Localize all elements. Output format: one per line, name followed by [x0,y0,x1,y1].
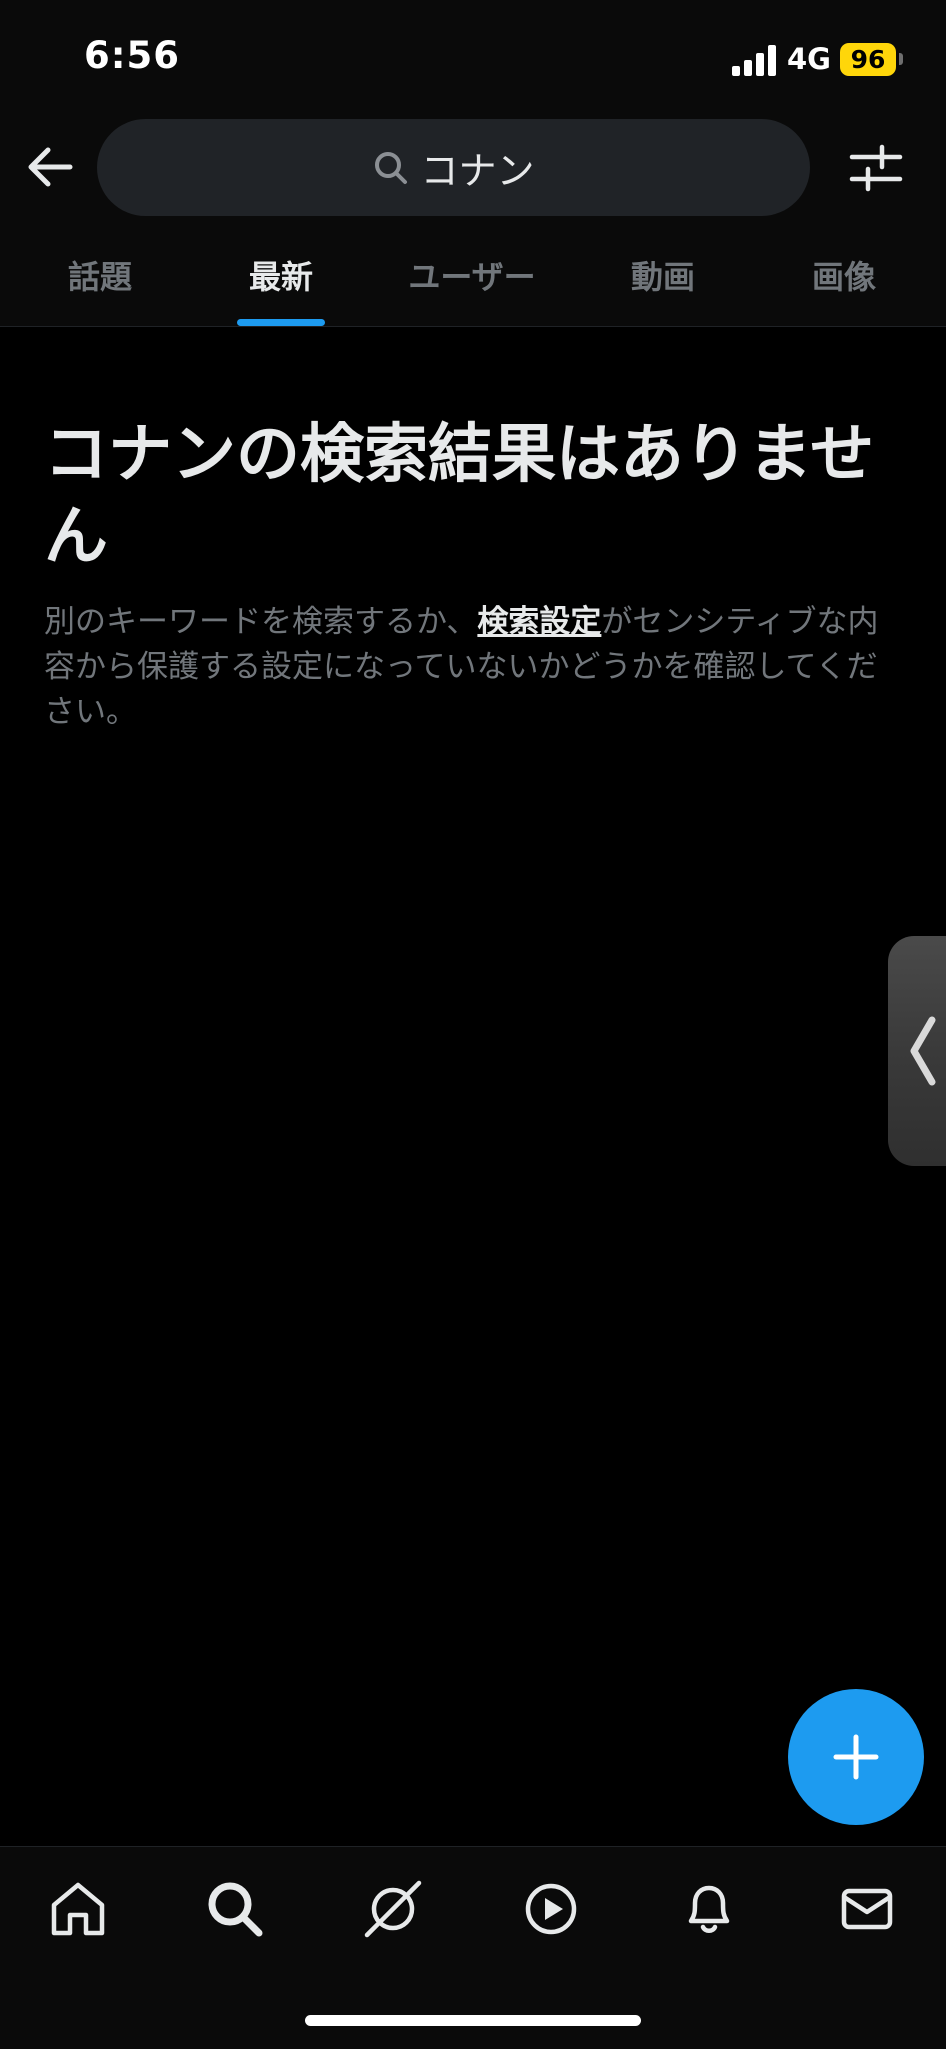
search-settings-link[interactable]: 検索設定 [477,604,601,640]
empty-state-description: 別のキーワードを検索するか、検索設定がセンシティブな内容から保護する設定になって… [44,600,904,735]
nav-notifications[interactable] [677,1877,741,1941]
back-button[interactable] [20,137,80,197]
tab-users[interactable]: ユーザー [387,252,557,312]
tab-videos[interactable]: 動画 [603,252,723,312]
search-icon [208,1882,263,1937]
tabs-divider [0,326,946,327]
side-panel-handle[interactable] [888,936,946,1166]
tab-images[interactable]: 画像 [784,252,904,312]
active-tab-indicator [237,319,325,326]
search-input[interactable]: コナン [97,119,810,216]
nav-home[interactable] [46,1877,110,1941]
nav-messages[interactable] [835,1877,899,1941]
arrow-left-icon [28,147,73,187]
compose-button[interactable] [788,1689,924,1825]
status-bar: 6:56 4G 96 [0,0,946,118]
video-icon [525,1883,577,1935]
empty-state-title: コナンの検索結果はありません [44,418,875,574]
home-icon [51,1882,105,1936]
battery-tip [899,53,903,65]
mail-icon [841,1888,893,1930]
network-type: 4G [787,42,831,76]
grok-icon [364,1880,422,1938]
search-filter-button[interactable] [848,140,904,196]
search-query: コナン [420,149,535,193]
search-tabs: 話題 最新 ユーザー 動画 画像 [0,240,946,326]
search-content: コナン [97,119,810,216]
home-indicator [305,2015,641,2026]
search-icon [375,151,408,184]
battery-icon: 96 [840,43,896,76]
status-time: 6:56 [84,34,181,77]
tab-trending[interactable]: 話題 [40,252,160,312]
bell-icon [688,1885,730,1933]
nav-search[interactable] [203,1877,267,1941]
tab-latest[interactable]: 最新 [221,252,341,312]
chevron-left-icon [910,1016,936,1086]
nav-video[interactable] [519,1877,583,1941]
signal-icon [732,44,780,76]
nav-grok[interactable] [361,1877,425,1941]
sliders-icon [849,144,903,192]
plus-icon [833,1734,879,1780]
top-bar: 6:56 4G 96 コナン 話題 最新 ユーザー 動画 画像 [0,0,946,327]
description-text-before: 別のキーワードを検索するか、 [44,604,478,640]
